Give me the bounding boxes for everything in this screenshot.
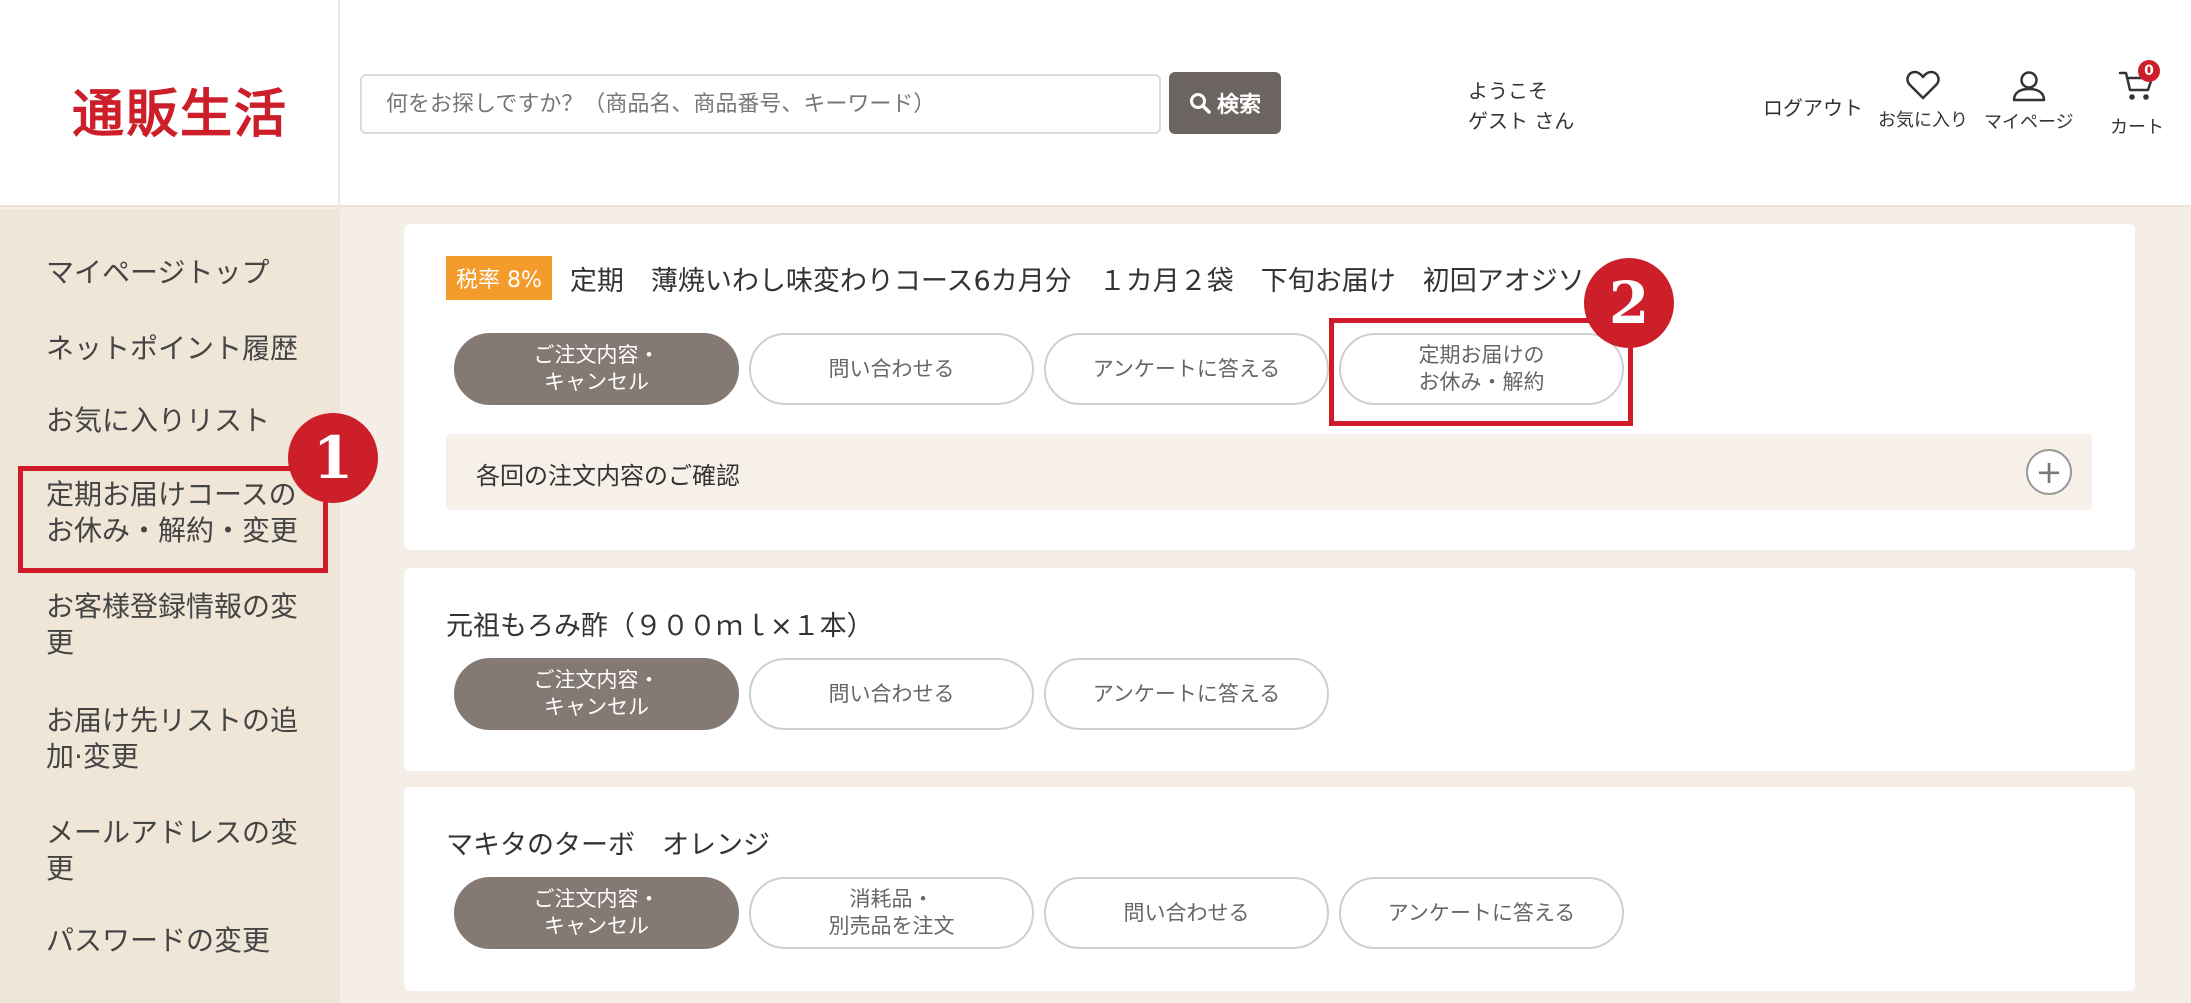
sidebar-item-email[interactable]: メールアドレスの変更 bbox=[46, 815, 306, 887]
step-badge-2: 2 bbox=[1584, 258, 1674, 348]
highlight-box-2 bbox=[1329, 318, 1633, 426]
cart-count-badge: 0 bbox=[2138, 60, 2160, 82]
highlight-box-1 bbox=[18, 466, 328, 573]
site-header: 通販生活 検索 ようこそ ゲスト さん ログアウト お気に入り マイページ 0 … bbox=[0, 0, 2191, 207]
order-history-label: 各回の注文内容のご確認 bbox=[476, 462, 740, 490]
cart-link[interactable]: 0 カート bbox=[2110, 60, 2164, 139]
sidebar-item-mypage-top[interactable]: マイページトップ bbox=[46, 255, 306, 291]
sidebar-item-delivery-list[interactable]: お届け先リストの追加·変更 bbox=[46, 703, 306, 775]
logout-link[interactable]: ログアウト bbox=[1763, 92, 1863, 121]
order-detail-cancel-button-1[interactable]: ご注文内容・ キャンセル bbox=[454, 333, 739, 405]
order-card-2: 元祖もろみ酢（９００ｍｌ×１本） ご注文内容・ キャンセル 問い合わせる アンケ… bbox=[404, 568, 2135, 771]
order-detail-cancel-button-2[interactable]: ご注文内容・ キャンセル bbox=[454, 658, 739, 730]
inquiry-button-3[interactable]: 問い合わせる bbox=[1044, 877, 1329, 949]
order-card-1: 税率 8% 定期 薄焼いわし味変わりコース6カ月分 １カ月２袋 下旬お届け 初回… bbox=[404, 224, 2135, 550]
welcome-message: ようこそ ゲスト さん bbox=[1468, 76, 1574, 136]
sidebar-item-password[interactable]: パスワードの変更 bbox=[46, 923, 306, 959]
order-history-accordion[interactable]: 各回の注文内容のご確認 + bbox=[446, 434, 2092, 510]
welcome-line1: ようこそ bbox=[1468, 79, 1548, 103]
cart-label: カート bbox=[2110, 117, 2164, 138]
tax-rate-badge: 税率 8% bbox=[446, 256, 552, 300]
sidebar-item-net-points[interactable]: ネットポイント履歴 bbox=[46, 331, 306, 367]
mypage-label: マイページ bbox=[1984, 112, 2074, 133]
heart-icon bbox=[1906, 70, 1940, 100]
order-title-row-2: 元祖もろみ酢（９００ｍｌ×１本） bbox=[446, 604, 874, 643]
survey-button-3[interactable]: アンケートに答える bbox=[1339, 877, 1624, 949]
order-title-row-3: マキタのターボ オレンジ bbox=[446, 823, 770, 862]
cart-icon-wrap: 0 bbox=[2118, 60, 2160, 113]
sidebar-item-favorites[interactable]: お気に入りリスト bbox=[46, 403, 306, 439]
order-card-3: マキタのターボ オレンジ ご注文内容・ キャンセル 消耗品・ 別売品を注文 問い… bbox=[404, 787, 2135, 991]
sidebar-item-customer-info[interactable]: お客様登録情報の変更 bbox=[46, 589, 306, 661]
step-badge-1: 1 bbox=[288, 413, 378, 503]
order-title-2: 元祖もろみ酢（９００ｍｌ×１本） bbox=[446, 611, 874, 642]
search-button[interactable]: 検索 bbox=[1169, 72, 1281, 134]
search-box bbox=[360, 74, 1161, 134]
order-title-1: 定期 薄焼いわし味変わりコース6カ月分 １カ月２袋 下旬お届け 初回アオジソ bbox=[569, 265, 1585, 297]
order-title-row-1: 税率 8% 定期 薄焼いわし味変わりコース6カ月分 １カ月２袋 下旬お届け 初回… bbox=[446, 256, 1585, 300]
user-icon bbox=[2012, 71, 2046, 102]
welcome-line2: ゲスト さん bbox=[1468, 109, 1575, 133]
logo-area: 通販生活 bbox=[0, 0, 340, 207]
site-logo[interactable]: 通販生活 bbox=[72, 72, 288, 147]
search-icon bbox=[1189, 93, 1211, 114]
expand-plus-icon[interactable]: + bbox=[2026, 449, 2072, 495]
inquiry-button-1[interactable]: 問い合わせる bbox=[749, 333, 1034, 405]
survey-button-1[interactable]: アンケートに答える bbox=[1044, 333, 1329, 405]
survey-button-2[interactable]: アンケートに答える bbox=[1044, 658, 1329, 730]
order-detail-cancel-button-3[interactable]: ご注文内容・ キャンセル bbox=[454, 877, 739, 949]
consumables-order-button[interactable]: 消耗品・ 別売品を注文 bbox=[749, 877, 1034, 949]
search-button-label: 検索 bbox=[1216, 93, 1261, 118]
favorites-link[interactable]: お気に入り bbox=[1878, 70, 1968, 132]
inquiry-button-2[interactable]: 問い合わせる bbox=[749, 658, 1034, 730]
favorites-label: お気に入り bbox=[1878, 110, 1968, 131]
mypage-sidebar: マイページトップ ネットポイント履歴 お気に入りリスト 定期お届けコースのお休み… bbox=[0, 209, 340, 1003]
search-input[interactable] bbox=[362, 76, 1159, 132]
mypage-link[interactable]: マイページ bbox=[1984, 70, 2074, 134]
order-title-3: マキタのターボ オレンジ bbox=[446, 830, 770, 861]
